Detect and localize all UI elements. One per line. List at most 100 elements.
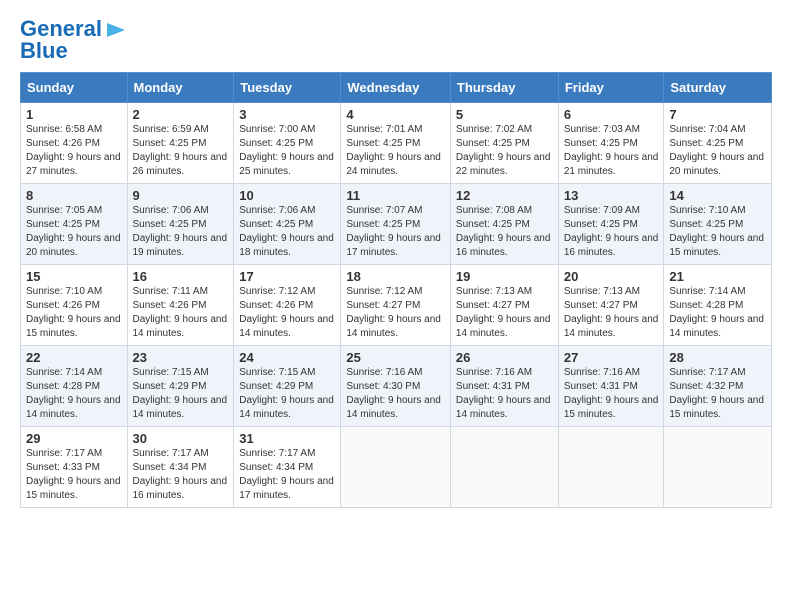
day-number: 5 — [456, 107, 553, 122]
calendar-cell: 27 Sunrise: 7:16 AMSunset: 4:31 PMDaylig… — [558, 346, 664, 427]
day-of-week-header: Friday — [558, 73, 664, 103]
calendar-cell: 28 Sunrise: 7:17 AMSunset: 4:32 PMDaylig… — [664, 346, 772, 427]
calendar-cell: 2 Sunrise: 6:59 AMSunset: 4:25 PMDayligh… — [127, 103, 234, 184]
calendar-cell: 3 Sunrise: 7:00 AMSunset: 4:25 PMDayligh… — [234, 103, 341, 184]
cell-info: Sunrise: 7:15 AMSunset: 4:29 PMDaylight:… — [133, 367, 228, 420]
day-number: 18 — [346, 269, 445, 284]
calendar-cell: 8 Sunrise: 7:05 AMSunset: 4:25 PMDayligh… — [21, 184, 128, 265]
calendar-cell: 19 Sunrise: 7:13 AMSunset: 4:27 PMDaylig… — [450, 265, 558, 346]
day-number: 16 — [133, 269, 229, 284]
calendar-cell: 9 Sunrise: 7:06 AMSunset: 4:25 PMDayligh… — [127, 184, 234, 265]
cell-info: Sunrise: 7:09 AMSunset: 4:25 PMDaylight:… — [564, 205, 659, 258]
day-number: 30 — [133, 431, 229, 446]
calendar-table: SundayMondayTuesdayWednesdayThursdayFrid… — [20, 72, 772, 508]
day-number: 8 — [26, 188, 122, 203]
calendar-week-row: 22 Sunrise: 7:14 AMSunset: 4:28 PMDaylig… — [21, 346, 772, 427]
cell-info: Sunrise: 7:15 AMSunset: 4:29 PMDaylight:… — [239, 367, 334, 420]
day-number: 3 — [239, 107, 335, 122]
calendar-week-row: 29 Sunrise: 7:17 AMSunset: 4:33 PMDaylig… — [21, 427, 772, 508]
day-of-week-header: Sunday — [21, 73, 128, 103]
day-number: 7 — [669, 107, 766, 122]
calendar-cell: 31 Sunrise: 7:17 AMSunset: 4:34 PMDaylig… — [234, 427, 341, 508]
day-number: 29 — [26, 431, 122, 446]
cell-info: Sunrise: 7:17 AMSunset: 4:34 PMDaylight:… — [239, 448, 334, 501]
day-of-week-header: Monday — [127, 73, 234, 103]
day-number: 17 — [239, 269, 335, 284]
cell-info: Sunrise: 7:12 AMSunset: 4:26 PMDaylight:… — [239, 286, 334, 339]
day-number: 10 — [239, 188, 335, 203]
calendar-cell — [450, 427, 558, 508]
cell-info: Sunrise: 7:03 AMSunset: 4:25 PMDaylight:… — [564, 124, 659, 177]
calendar-cell: 21 Sunrise: 7:14 AMSunset: 4:28 PMDaylig… — [664, 265, 772, 346]
calendar-cell: 24 Sunrise: 7:15 AMSunset: 4:29 PMDaylig… — [234, 346, 341, 427]
calendar-cell: 7 Sunrise: 7:04 AMSunset: 4:25 PMDayligh… — [664, 103, 772, 184]
day-number: 31 — [239, 431, 335, 446]
calendar-header-row: SundayMondayTuesdayWednesdayThursdayFrid… — [21, 73, 772, 103]
calendar-cell: 6 Sunrise: 7:03 AMSunset: 4:25 PMDayligh… — [558, 103, 664, 184]
calendar-week-row: 1 Sunrise: 6:58 AMSunset: 4:26 PMDayligh… — [21, 103, 772, 184]
calendar-cell: 20 Sunrise: 7:13 AMSunset: 4:27 PMDaylig… — [558, 265, 664, 346]
cell-info: Sunrise: 7:04 AMSunset: 4:25 PMDaylight:… — [669, 124, 764, 177]
day-number: 28 — [669, 350, 766, 365]
day-of-week-header: Tuesday — [234, 73, 341, 103]
day-number: 21 — [669, 269, 766, 284]
calendar-cell: 13 Sunrise: 7:09 AMSunset: 4:25 PMDaylig… — [558, 184, 664, 265]
day-number: 14 — [669, 188, 766, 203]
day-number: 26 — [456, 350, 553, 365]
calendar-cell: 15 Sunrise: 7:10 AMSunset: 4:26 PMDaylig… — [21, 265, 128, 346]
day-number: 19 — [456, 269, 553, 284]
day-number: 6 — [564, 107, 659, 122]
calendar-cell: 16 Sunrise: 7:11 AMSunset: 4:26 PMDaylig… — [127, 265, 234, 346]
calendar-week-row: 15 Sunrise: 7:10 AMSunset: 4:26 PMDaylig… — [21, 265, 772, 346]
calendar-cell — [341, 427, 451, 508]
cell-info: Sunrise: 6:58 AMSunset: 4:26 PMDaylight:… — [26, 124, 121, 177]
calendar-cell: 18 Sunrise: 7:12 AMSunset: 4:27 PMDaylig… — [341, 265, 451, 346]
calendar-cell: 4 Sunrise: 7:01 AMSunset: 4:25 PMDayligh… — [341, 103, 451, 184]
calendar-cell: 29 Sunrise: 7:17 AMSunset: 4:33 PMDaylig… — [21, 427, 128, 508]
day-number: 24 — [239, 350, 335, 365]
calendar-cell — [558, 427, 664, 508]
day-number: 9 — [133, 188, 229, 203]
calendar-cell: 17 Sunrise: 7:12 AMSunset: 4:26 PMDaylig… — [234, 265, 341, 346]
cell-info: Sunrise: 7:16 AMSunset: 4:31 PMDaylight:… — [456, 367, 551, 420]
day-number: 15 — [26, 269, 122, 284]
logo-subtext: Blue — [20, 38, 68, 64]
cell-info: Sunrise: 7:10 AMSunset: 4:26 PMDaylight:… — [26, 286, 121, 339]
calendar-cell — [664, 427, 772, 508]
cell-info: Sunrise: 7:14 AMSunset: 4:28 PMDaylight:… — [669, 286, 764, 339]
calendar-cell: 1 Sunrise: 6:58 AMSunset: 4:26 PMDayligh… — [21, 103, 128, 184]
header: General Blue — [20, 16, 772, 64]
day-of-week-header: Thursday — [450, 73, 558, 103]
calendar-cell: 5 Sunrise: 7:02 AMSunset: 4:25 PMDayligh… — [450, 103, 558, 184]
day-number: 1 — [26, 107, 122, 122]
cell-info: Sunrise: 7:16 AMSunset: 4:31 PMDaylight:… — [564, 367, 659, 420]
cell-info: Sunrise: 6:59 AMSunset: 4:25 PMDaylight:… — [133, 124, 228, 177]
day-of-week-header: Wednesday — [341, 73, 451, 103]
cell-info: Sunrise: 7:08 AMSunset: 4:25 PMDaylight:… — [456, 205, 551, 258]
day-number: 11 — [346, 188, 445, 203]
day-number: 12 — [456, 188, 553, 203]
day-number: 25 — [346, 350, 445, 365]
day-of-week-header: Saturday — [664, 73, 772, 103]
calendar-cell: 25 Sunrise: 7:16 AMSunset: 4:30 PMDaylig… — [341, 346, 451, 427]
day-number: 2 — [133, 107, 229, 122]
cell-info: Sunrise: 7:11 AMSunset: 4:26 PMDaylight:… — [133, 286, 228, 339]
calendar-cell: 26 Sunrise: 7:16 AMSunset: 4:31 PMDaylig… — [450, 346, 558, 427]
day-number: 13 — [564, 188, 659, 203]
cell-info: Sunrise: 7:14 AMSunset: 4:28 PMDaylight:… — [26, 367, 121, 420]
calendar-cell: 12 Sunrise: 7:08 AMSunset: 4:25 PMDaylig… — [450, 184, 558, 265]
calendar-cell: 23 Sunrise: 7:15 AMSunset: 4:29 PMDaylig… — [127, 346, 234, 427]
calendar-week-row: 8 Sunrise: 7:05 AMSunset: 4:25 PMDayligh… — [21, 184, 772, 265]
cell-info: Sunrise: 7:17 AMSunset: 4:33 PMDaylight:… — [26, 448, 121, 501]
day-number: 23 — [133, 350, 229, 365]
calendar-cell: 22 Sunrise: 7:14 AMSunset: 4:28 PMDaylig… — [21, 346, 128, 427]
day-number: 4 — [346, 107, 445, 122]
calendar-cell: 11 Sunrise: 7:07 AMSunset: 4:25 PMDaylig… — [341, 184, 451, 265]
calendar-cell: 10 Sunrise: 7:06 AMSunset: 4:25 PMDaylig… — [234, 184, 341, 265]
cell-info: Sunrise: 7:12 AMSunset: 4:27 PMDaylight:… — [346, 286, 441, 339]
cell-info: Sunrise: 7:06 AMSunset: 4:25 PMDaylight:… — [133, 205, 228, 258]
cell-info: Sunrise: 7:06 AMSunset: 4:25 PMDaylight:… — [239, 205, 334, 258]
cell-info: Sunrise: 7:17 AMSunset: 4:34 PMDaylight:… — [133, 448, 228, 501]
calendar-cell: 30 Sunrise: 7:17 AMSunset: 4:34 PMDaylig… — [127, 427, 234, 508]
day-number: 22 — [26, 350, 122, 365]
